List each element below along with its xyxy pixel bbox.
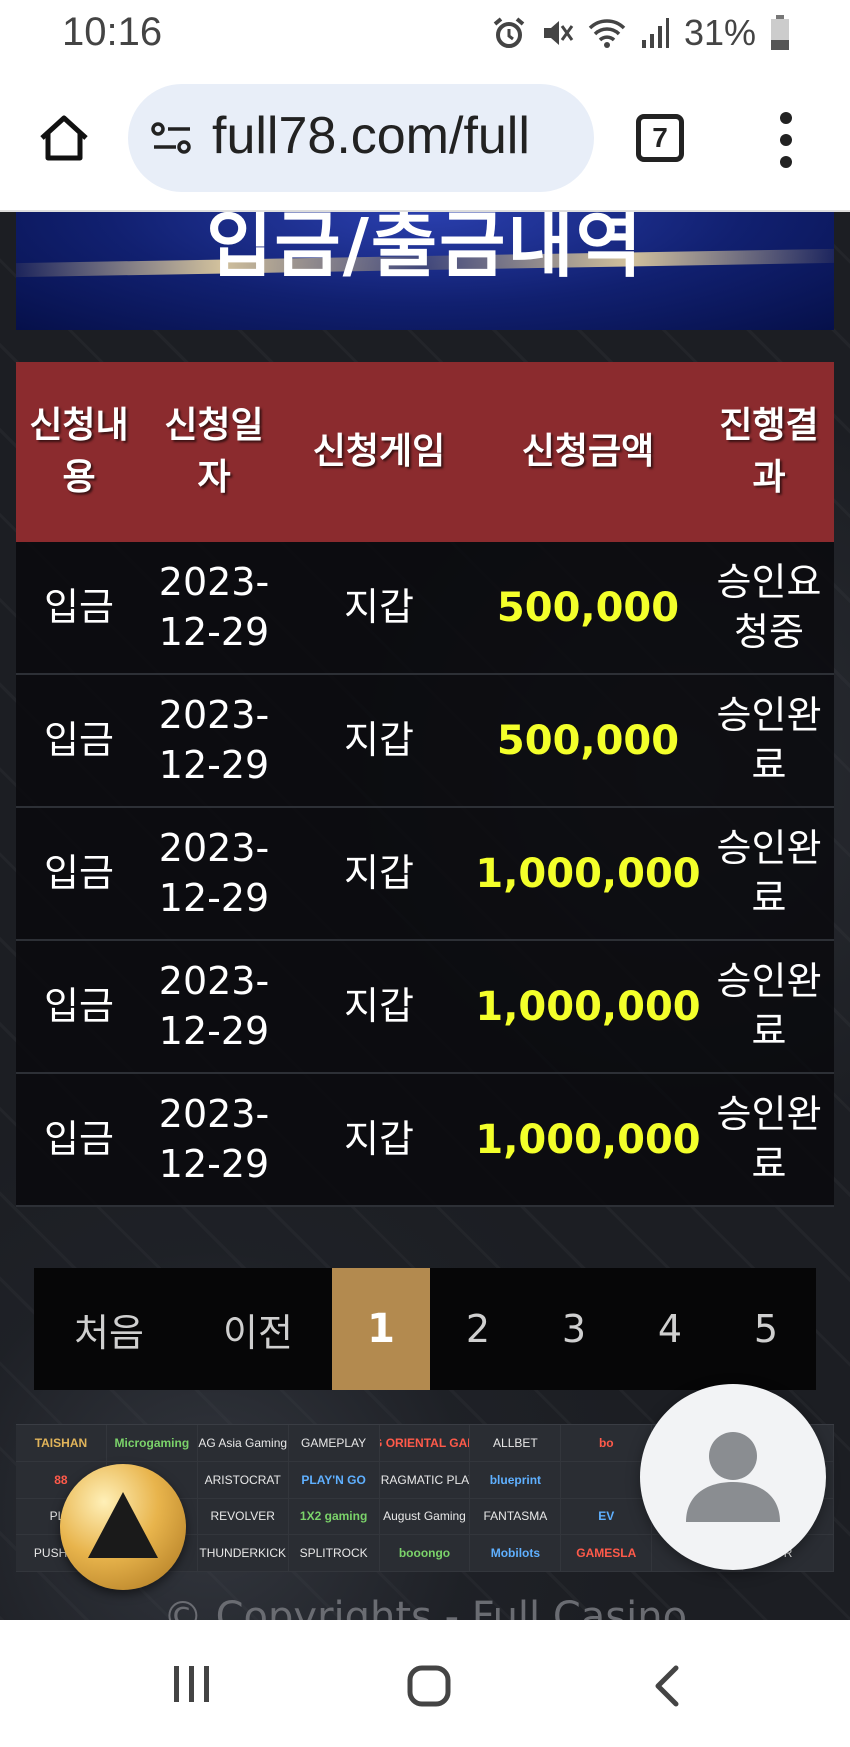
cell-date: 2023-12-29 (158, 693, 270, 787)
column-header-date: 신청일자 (164, 404, 264, 498)
cell-status: 승인완료 (716, 959, 822, 1053)
person-icon (686, 1432, 780, 1522)
column-header-game: 신청게임 (312, 430, 446, 472)
cell-date: 2023-12-29 (158, 1092, 270, 1186)
table-row: 입금 2023-12-29 지갑 1,000,000 승인완료 (16, 941, 834, 1074)
signal-icon (641, 18, 669, 48)
cell-status: 승인완료 (716, 693, 822, 787)
provider-logo: TAISHAN (16, 1425, 107, 1462)
page-banner: 입금/출금내역 (16, 212, 834, 330)
provider-logo: PRAGMATIC PLAY (379, 1461, 471, 1499)
provider-logo: Mobilots (470, 1535, 562, 1572)
provider-logo: ALLBET (470, 1425, 562, 1462)
provider-logo: bo (561, 1425, 653, 1462)
provider-logo: AG Asia Gaming (197, 1425, 289, 1462)
history-table: 신청내용 신청일자 신청게임 신청금액 진행결과 입금 2023-12-29 지… (16, 362, 834, 1207)
avatar-button[interactable] (640, 1384, 826, 1570)
recent-apps-icon[interactable] (170, 1664, 214, 1704)
provider-logo: Microgaming (106, 1425, 198, 1462)
pagination-page[interactable]: 4 (622, 1268, 718, 1390)
cell-amount: 500,000 (496, 584, 680, 631)
cell-date: 2023-12-29 (158, 959, 270, 1053)
status-icons: 31% (492, 12, 790, 54)
cell-date: 2023-12-29 (158, 826, 270, 920)
pagination-page[interactable]: 5 (718, 1268, 814, 1390)
cell-status: 승인요청중 (716, 560, 822, 654)
pagination: 처음 이전 1 2 3 4 5 (34, 1268, 816, 1390)
pagination-first[interactable]: 처음 (34, 1268, 184, 1390)
cell-amount: 1,000,000 (475, 983, 701, 1030)
provider-logo: blueprint (470, 1461, 562, 1499)
cell-type: 입금 (44, 584, 114, 629)
provider-logo: GAMESLA (561, 1535, 653, 1572)
mute-icon (543, 21, 574, 45)
battery-percent: 31% (683, 12, 756, 53)
provider-logo: PLAY'N GO (288, 1461, 380, 1499)
table-row: 입금 2023-12-29 지갑 1,000,000 승인완료 (16, 1074, 834, 1207)
cell-status: 승인완료 (716, 1092, 822, 1186)
pagination-page[interactable]: 3 (526, 1268, 622, 1390)
cell-game: 지갑 (344, 983, 414, 1028)
provider-logo: SPLITROCK (288, 1535, 380, 1572)
cell-amount: 500,000 (496, 717, 680, 764)
table-row: 입금 2023-12-29 지갑 500,000 승인완료 (16, 675, 834, 808)
status-bar: 10:16 31% (0, 0, 850, 68)
table-header: 신청내용 신청일자 신청게임 신청금액 진행결과 (16, 362, 834, 542)
tabs-icon[interactable]: 7 (636, 114, 684, 162)
column-header-status: 진행결과 (719, 404, 819, 498)
tab-count: 7 (652, 122, 668, 153)
provider-logo: REVOLVER (197, 1498, 289, 1536)
cell-date: 2023-12-29 (158, 560, 270, 654)
cell-type: 입금 (44, 1116, 114, 1161)
url-text: full78.com/full (212, 107, 530, 165)
system-nav-bar (0, 1620, 850, 1747)
cell-game: 지갑 (344, 584, 414, 629)
browser-toolbar: full78.com/full 7 (0, 68, 850, 212)
battery-icon (771, 15, 789, 50)
provider-logo: booongo (379, 1535, 471, 1572)
scroll-top-button[interactable] (60, 1464, 186, 1590)
provider-logo: THUNDERKICK (197, 1535, 289, 1572)
site-settings-icon[interactable] (150, 120, 194, 156)
more-menu-icon[interactable] (776, 112, 796, 168)
cell-type: 입금 (44, 850, 114, 895)
page-title: 입금/출금내역 (206, 212, 644, 287)
pagination-prev[interactable]: 이전 (184, 1268, 332, 1390)
provider-logo: August Gaming (379, 1498, 471, 1536)
home-icon[interactable] (36, 110, 92, 166)
alarm-icon (493, 17, 525, 48)
provider-logo: EV (561, 1498, 653, 1536)
cell-status: 승인완료 (716, 826, 822, 920)
provider-logo: OG ORIENTAL GAME (379, 1425, 471, 1462)
home-nav-icon[interactable] (406, 1664, 452, 1708)
pagination-page[interactable]: 2 (430, 1268, 526, 1390)
pagination-page-current[interactable]: 1 (332, 1268, 430, 1390)
arrow-up-icon (88, 1492, 158, 1558)
status-time: 10:16 (62, 10, 163, 54)
cell-amount: 1,000,000 (475, 1116, 701, 1163)
cell-type: 입금 (44, 983, 114, 1028)
provider-logo: GAMEPLAY (288, 1425, 380, 1462)
column-header-amount: 신청금액 (521, 430, 655, 472)
cell-game: 지갑 (344, 850, 414, 895)
table-row: 입금 2023-12-29 지갑 1,000,000 승인완료 (16, 808, 834, 941)
provider-logo: 1X2 gaming (288, 1498, 380, 1536)
copyright-text: © Copyrights - Full Casino (162, 1594, 688, 1620)
cell-type: 입금 (44, 717, 114, 762)
cell-game: 지갑 (344, 1116, 414, 1161)
back-icon[interactable] (652, 1664, 682, 1708)
provider-logo: ARISTOCRAT (197, 1461, 289, 1499)
provider-logo (561, 1461, 653, 1499)
provider-logo: FANTASMA (470, 1498, 562, 1536)
wifi-icon (588, 19, 626, 48)
column-header-type: 신청내용 (29, 404, 129, 498)
table-row: 입금 2023-12-29 지갑 500,000 승인요청중 (16, 542, 834, 675)
cell-game: 지갑 (344, 717, 414, 762)
cell-amount: 1,000,000 (475, 850, 701, 897)
address-bar[interactable]: full78.com/full (128, 84, 594, 192)
